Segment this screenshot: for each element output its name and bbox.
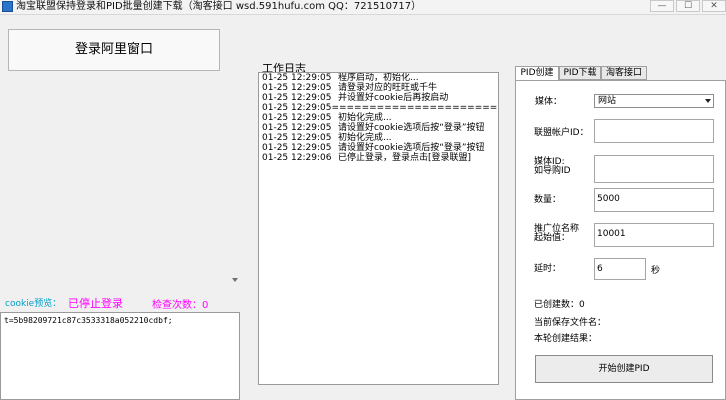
media-label: 媒体： [535, 97, 563, 107]
log-time: 01-25 12:29:05 [262, 83, 332, 93]
log-message: 初始化完成... [338, 113, 392, 123]
media-id-input[interactable] [594, 155, 714, 183]
log-time: 01-25 12:29:05 [262, 103, 332, 113]
log-row: 01-25 12:29:05 请登录对应的旺旺或千牛 [259, 83, 498, 93]
scroll-down-arrow-icon[interactable] [232, 278, 238, 282]
login-ali-window-button[interactable]: 登录阿里窗口 [8, 29, 220, 71]
cookie-preview-label: cookie预览： [5, 299, 62, 309]
log-message: 初始化完成... [338, 133, 392, 143]
delay-unit: 秒 [651, 266, 661, 276]
start-value-input[interactable]: 10001 [594, 223, 714, 247]
log-row: 01-25 12:29:06 已停止登录，登录点击[登录联盟] [259, 153, 498, 163]
tab-pid-create[interactable]: PID创建 [515, 66, 559, 81]
start-value-label-2: 起始值： [534, 233, 571, 243]
log-message: 请登录对应的旺旺或千牛 [338, 83, 438, 93]
log-message: ========================== [331, 103, 498, 113]
log-time: 01-25 12:29:05 [262, 123, 332, 133]
count-label: 数量： [534, 195, 562, 205]
app-icon [2, 1, 13, 12]
cookie-textbox[interactable]: t=5b98209721c87c3533318a052210cdbf; [0, 312, 240, 400]
log-message: 请设置好cookie选项后按“登录”按钮 [338, 143, 485, 153]
created-count-label: 已创建数：0 [534, 300, 585, 310]
delay-label: 延时： [534, 264, 562, 274]
tab-taoke-api[interactable]: 淘客接口 [601, 66, 647, 80]
cookie-value: t=5b98209721c87c3533318a052210cdbf; [4, 316, 173, 325]
log-row: 01-25 12:29:05 请设置好cookie选项后按“登录”按钮 [259, 123, 498, 133]
chevron-down-icon [705, 99, 711, 103]
pid-create-panel: 媒体： 网站 联盟帐户ID： 媒体ID: 如导购ID 数量： 5000 推广位名… [515, 80, 726, 400]
media-id-hint-label: 如导购ID [534, 166, 571, 176]
media-select[interactable]: 网站 [594, 94, 714, 108]
login-panel: 登录阿里窗口 [0, 15, 240, 290]
log-message: 程序启动，初始化... [338, 73, 419, 83]
log-time: 01-25 12:29:05 [262, 93, 332, 103]
log-message: 请设置好cookie选项后按“登录”按钮 [338, 123, 485, 133]
log-row: 01-25 12:29:05 请设置好cookie选项后按“登录”按钮 [259, 143, 498, 153]
media-selected-value: 网站 [598, 96, 617, 106]
window-title: 淘宝联盟保持登录和PID批量创建下载（淘客接口 wsd.591hufu.com … [16, 1, 422, 12]
check-count-label: 检查次数：0 [152, 300, 209, 311]
login-status-text: 已停止登录 [68, 297, 123, 310]
account-id-label: 联盟帐户ID： [534, 128, 589, 138]
log-time: 01-25 12:29:05 [262, 143, 332, 153]
log-row: 01-25 12:29:05========================== [259, 103, 498, 113]
log-time: 01-25 12:29:06 [262, 153, 332, 163]
log-row: 01-25 12:29:05 程序启动，初始化... [259, 73, 498, 83]
minimize-button[interactable]: — [650, 0, 674, 12]
log-row: 01-25 12:29:05 初始化完成... [259, 113, 498, 123]
maximize-button[interactable]: ☐ [676, 0, 700, 12]
delay-input[interactable]: 6 [594, 258, 646, 280]
account-id-input[interactable] [594, 119, 714, 143]
log-time: 01-25 12:29:05 [262, 73, 332, 83]
log-message: 已停止登录，登录点击[登录联盟] [338, 153, 472, 163]
log-time: 01-25 12:29:05 [262, 113, 332, 123]
log-message: 并设置好cookie后再按启动 [338, 93, 449, 103]
log-row: 01-25 12:29:05 并设置好cookie后再按启动 [259, 93, 498, 103]
start-create-pid-button[interactable]: 开始创建PID [535, 355, 713, 383]
work-log-list[interactable]: 01-25 12:29:05 程序启动，初始化... 01-25 12:29:05… [258, 72, 499, 385]
left-scrollbar[interactable] [230, 15, 240, 290]
count-input[interactable]: 5000 [594, 188, 714, 212]
tab-pid-download[interactable]: PID下载 [559, 66, 601, 80]
close-button[interactable]: ✕ [702, 0, 726, 12]
log-row: 01-25 12:29:05 初始化完成... [259, 133, 498, 143]
log-time: 01-25 12:29:05 [262, 133, 332, 143]
save-file-label: 当前保存文件名： [534, 318, 607, 328]
round-result-label: 本轮创建结果： [534, 334, 598, 344]
title-bar: 淘宝联盟保持登录和PID批量创建下载（淘客接口 wsd.591hufu.com … [0, 0, 726, 15]
